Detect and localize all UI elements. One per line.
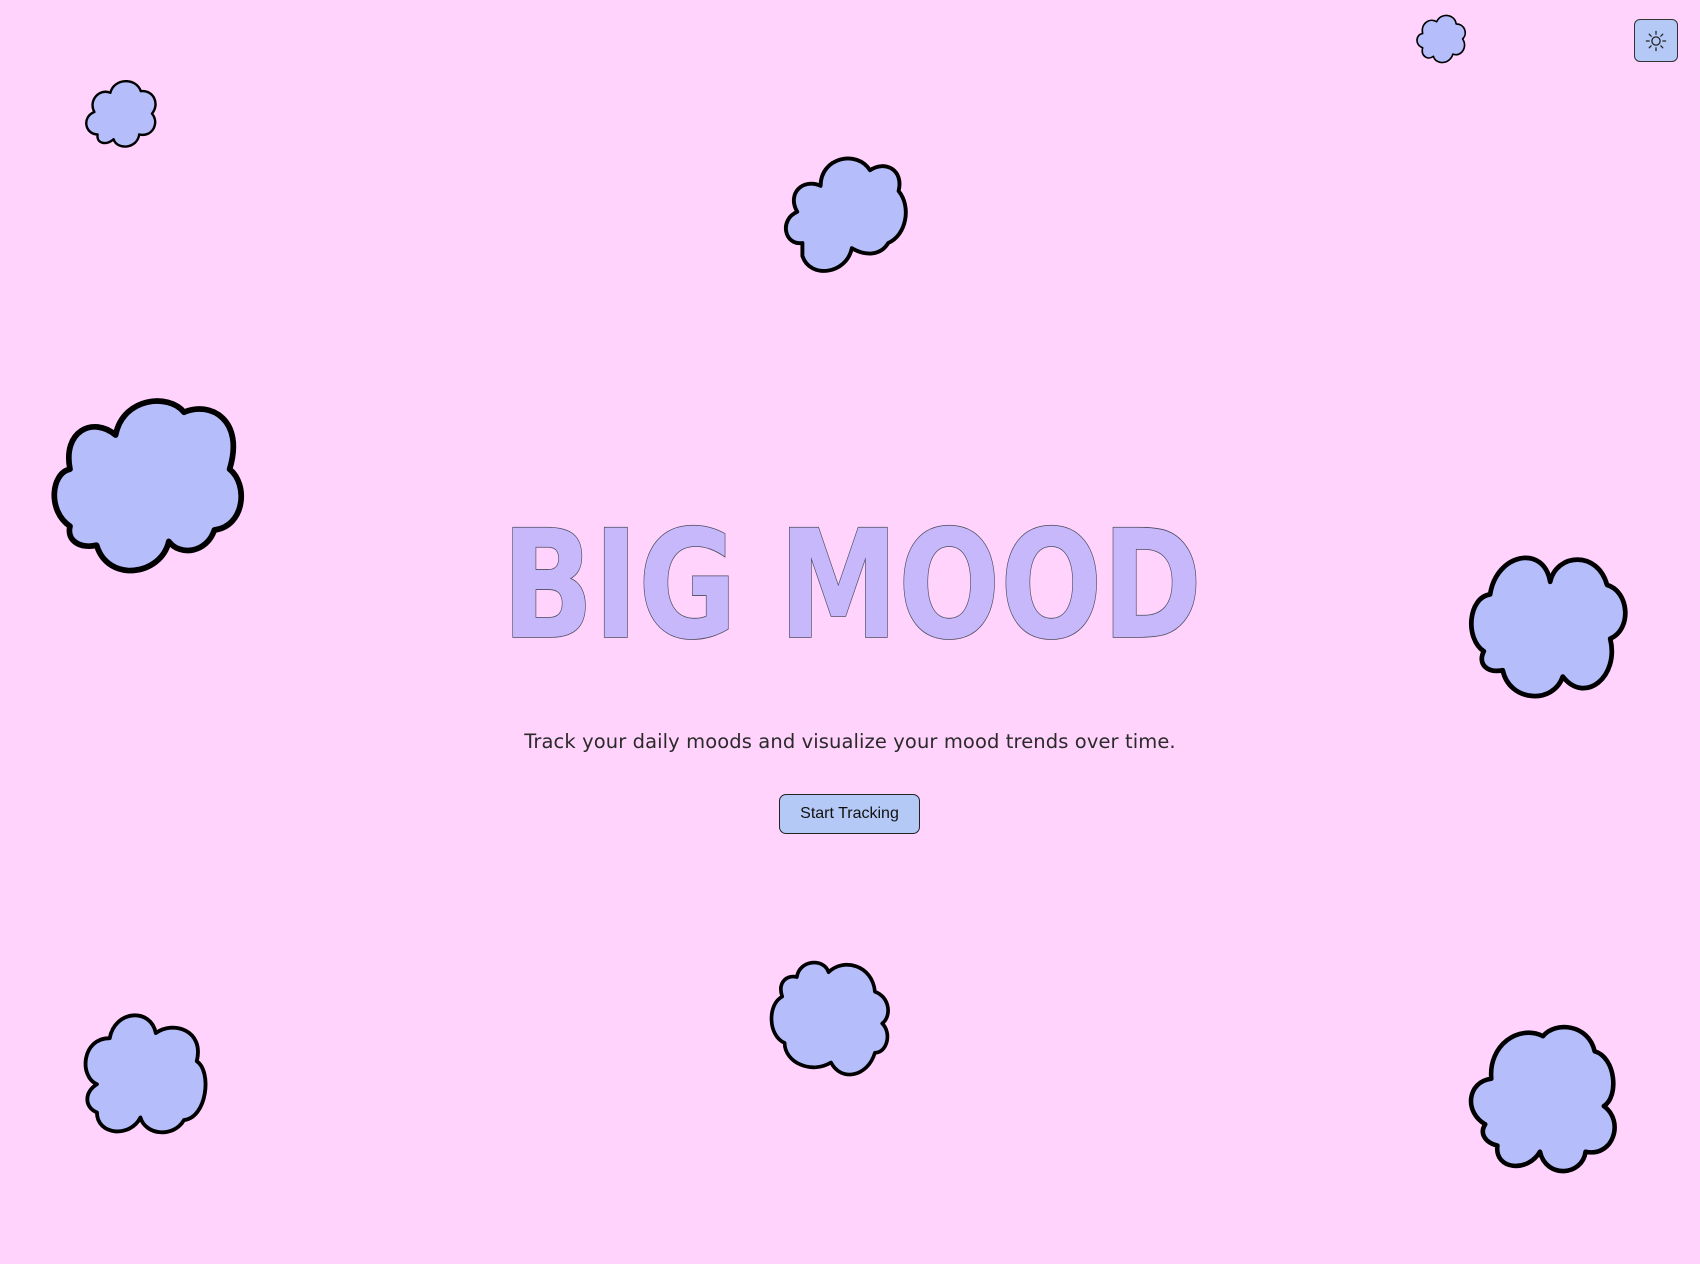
cloud-decoration-mid-right bbox=[1438, 547, 1656, 705]
sun-icon bbox=[1645, 30, 1667, 51]
cloud-decoration-top-center bbox=[766, 152, 922, 282]
theme-toggle-button[interactable] bbox=[1634, 19, 1678, 62]
cloud-decoration-top-left bbox=[75, 72, 165, 152]
start-tracking-button[interactable]: Start Tracking bbox=[779, 794, 920, 834]
app-title: BIG MOOD bbox=[496, 498, 1208, 674]
landing-page: BIG MOOD Track your daily moods and visu… bbox=[0, 0, 1700, 1264]
app-title-text: BIG MOOD bbox=[502, 499, 1202, 673]
cloud-icon bbox=[83, 1013, 208, 1135]
cloud-decoration-bottom-right bbox=[1458, 1024, 1628, 1176]
cloud-icon bbox=[51, 398, 245, 574]
cloud-decoration-bottom-left bbox=[70, 1010, 216, 1138]
cloud-icon bbox=[769, 960, 890, 1077]
cloud-icon bbox=[1416, 14, 1467, 64]
cloud-decoration-mid-left bbox=[42, 397, 250, 587]
cloud-decoration-bottom-center bbox=[760, 960, 902, 1082]
cloud-icon bbox=[783, 156, 908, 273]
cloud-icon bbox=[85, 80, 157, 148]
app-subtitle: Track your daily moods and visualize you… bbox=[524, 730, 1176, 753]
cloud-icon bbox=[1468, 1024, 1617, 1174]
cloud-icon bbox=[1469, 555, 1628, 699]
cloud-decoration-top-right bbox=[1409, 12, 1473, 66]
